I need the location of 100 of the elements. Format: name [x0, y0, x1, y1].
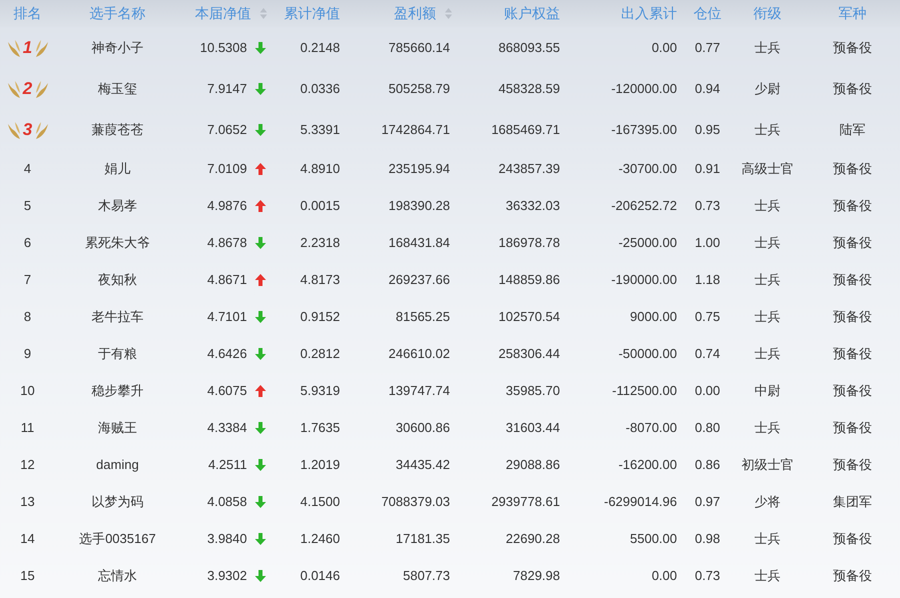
account-equity: 868093.55	[498, 40, 560, 55]
cash-flow: -16200.00	[618, 456, 677, 472]
laurel-rank-badge: 2	[6, 78, 48, 100]
net-value: 7.0109	[207, 160, 247, 176]
sort-icon[interactable]	[260, 8, 267, 19]
sort-icon[interactable]	[445, 8, 452, 19]
position-ratio: 0.91	[694, 160, 720, 176]
cumulative-net-value: 5.3391	[300, 122, 340, 137]
laurel-rank-badge: 1	[6, 36, 48, 58]
service-branch: 预备役	[833, 234, 872, 250]
position-ratio: 0.98	[694, 530, 720, 546]
cash-flow: 9000.00	[630, 308, 677, 324]
cash-flow: 5500.00	[630, 530, 677, 546]
cumulative-net-value: 0.2148	[300, 40, 340, 55]
net-value: 4.6075	[207, 382, 247, 398]
cash-flow: -50000.00	[618, 346, 677, 361]
column-header[interactable]: 盈利额	[394, 5, 436, 21]
column-header: 账户权益	[504, 5, 560, 21]
military-rank: 初级士官	[742, 456, 794, 472]
account-equity: 35985.70	[506, 382, 560, 398]
cumulative-net-value: 0.9152	[300, 308, 340, 324]
player-name: 累死朱大爷	[85, 234, 150, 250]
net-value: 3.9302	[207, 568, 247, 583]
player-name: 蒹葭苍苍	[92, 122, 144, 137]
military-rank: 士兵	[754, 346, 780, 361]
profit: 1742864.71	[381, 122, 450, 137]
position-ratio: 0.86	[694, 456, 720, 472]
column-header: 选手名称	[90, 5, 146, 21]
position-ratio: 0.73	[694, 568, 720, 583]
net-value: 4.7101	[207, 308, 247, 324]
cumulative-net-value: 0.2812	[300, 346, 340, 361]
column-header: 仓位	[694, 5, 722, 21]
service-branch: 预备役	[833, 530, 872, 546]
account-equity: 36332.03	[506, 198, 560, 213]
service-branch: 预备役	[833, 272, 872, 287]
net-value: 4.8678	[207, 234, 247, 250]
net-value: 4.3384	[207, 420, 247, 435]
service-branch: 预备役	[833, 346, 872, 361]
cash-flow: -206252.72	[611, 198, 677, 213]
cumulative-net-value: 0.0146	[300, 568, 340, 583]
cumulative-net-value: 2.2318	[300, 234, 340, 250]
player-name: 海贼王	[98, 420, 137, 435]
player-name: 梅玉玺	[98, 80, 137, 96]
service-branch: 预备役	[833, 40, 872, 55]
position-ratio: 0.94	[694, 80, 720, 96]
account-equity: 186978.78	[498, 234, 560, 250]
account-equity: 458328.59	[498, 80, 560, 96]
profit: 505258.79	[388, 80, 450, 96]
rank-number: 5	[24, 198, 32, 213]
service-branch: 预备役	[833, 420, 872, 435]
service-branch: 陆军	[840, 122, 866, 137]
cumulative-net-value: 4.8910	[300, 160, 340, 176]
account-equity: 7829.98	[513, 568, 560, 583]
player-name: 忘情水	[98, 568, 137, 583]
service-branch: 预备役	[833, 160, 872, 176]
position-ratio: 0.73	[694, 198, 720, 213]
account-equity: 22690.28	[506, 530, 560, 546]
military-rank: 士兵	[754, 40, 780, 55]
profit: 235195.94	[388, 160, 450, 176]
cumulative-net-value: 0.0015	[300, 198, 340, 213]
player-name: 选手0035167	[79, 530, 156, 546]
profit: 34435.42	[396, 456, 450, 472]
service-branch: 预备役	[833, 382, 872, 398]
position-ratio: 0.74	[694, 346, 720, 361]
player-name: daming	[96, 456, 139, 472]
cash-flow: -25000.00	[618, 234, 677, 250]
profit: 81565.25	[396, 308, 450, 324]
military-rank: 士兵	[754, 122, 780, 137]
account-equity: 1685469.71	[491, 122, 560, 137]
military-rank: 士兵	[754, 568, 780, 583]
military-rank: 士兵	[754, 198, 780, 213]
cumulative-net-value: 4.1500	[300, 494, 340, 509]
rank-number: 6	[24, 234, 32, 250]
column-header: 军种	[838, 5, 866, 21]
account-equity: 31603.44	[506, 420, 560, 435]
cumulative-net-value: 1.2019	[300, 456, 340, 472]
profit: 168431.84	[388, 234, 450, 250]
net-value: 4.2511	[208, 456, 247, 472]
player-name: 木易孝	[98, 198, 137, 213]
position-ratio: 0.77	[694, 40, 720, 55]
position-ratio: 0.75	[694, 308, 720, 324]
military-rank: 中尉	[754, 382, 780, 398]
account-equity: 102570.54	[498, 308, 560, 324]
service-branch: 预备役	[833, 198, 872, 213]
column-header[interactable]: 本届净值	[195, 5, 251, 21]
net-value: 7.0652	[207, 122, 247, 137]
account-equity: 258306.44	[498, 346, 560, 361]
position-ratio: 1.00	[694, 234, 720, 250]
military-rank: 士兵	[754, 272, 780, 287]
cash-flow: -190000.00	[611, 272, 677, 287]
player-name: 老牛拉车	[92, 308, 144, 324]
military-rank: 士兵	[754, 234, 780, 250]
rank-number: 9	[24, 346, 32, 361]
profit: 139747.74	[388, 382, 450, 398]
column-header: 衔级	[754, 5, 782, 21]
account-equity: 29088.86	[506, 456, 560, 472]
player-name: 娟儿	[104, 160, 130, 176]
cash-flow: 0.00	[652, 40, 677, 55]
cumulative-net-value: 1.7635	[300, 420, 340, 435]
service-branch: 预备役	[833, 308, 872, 324]
